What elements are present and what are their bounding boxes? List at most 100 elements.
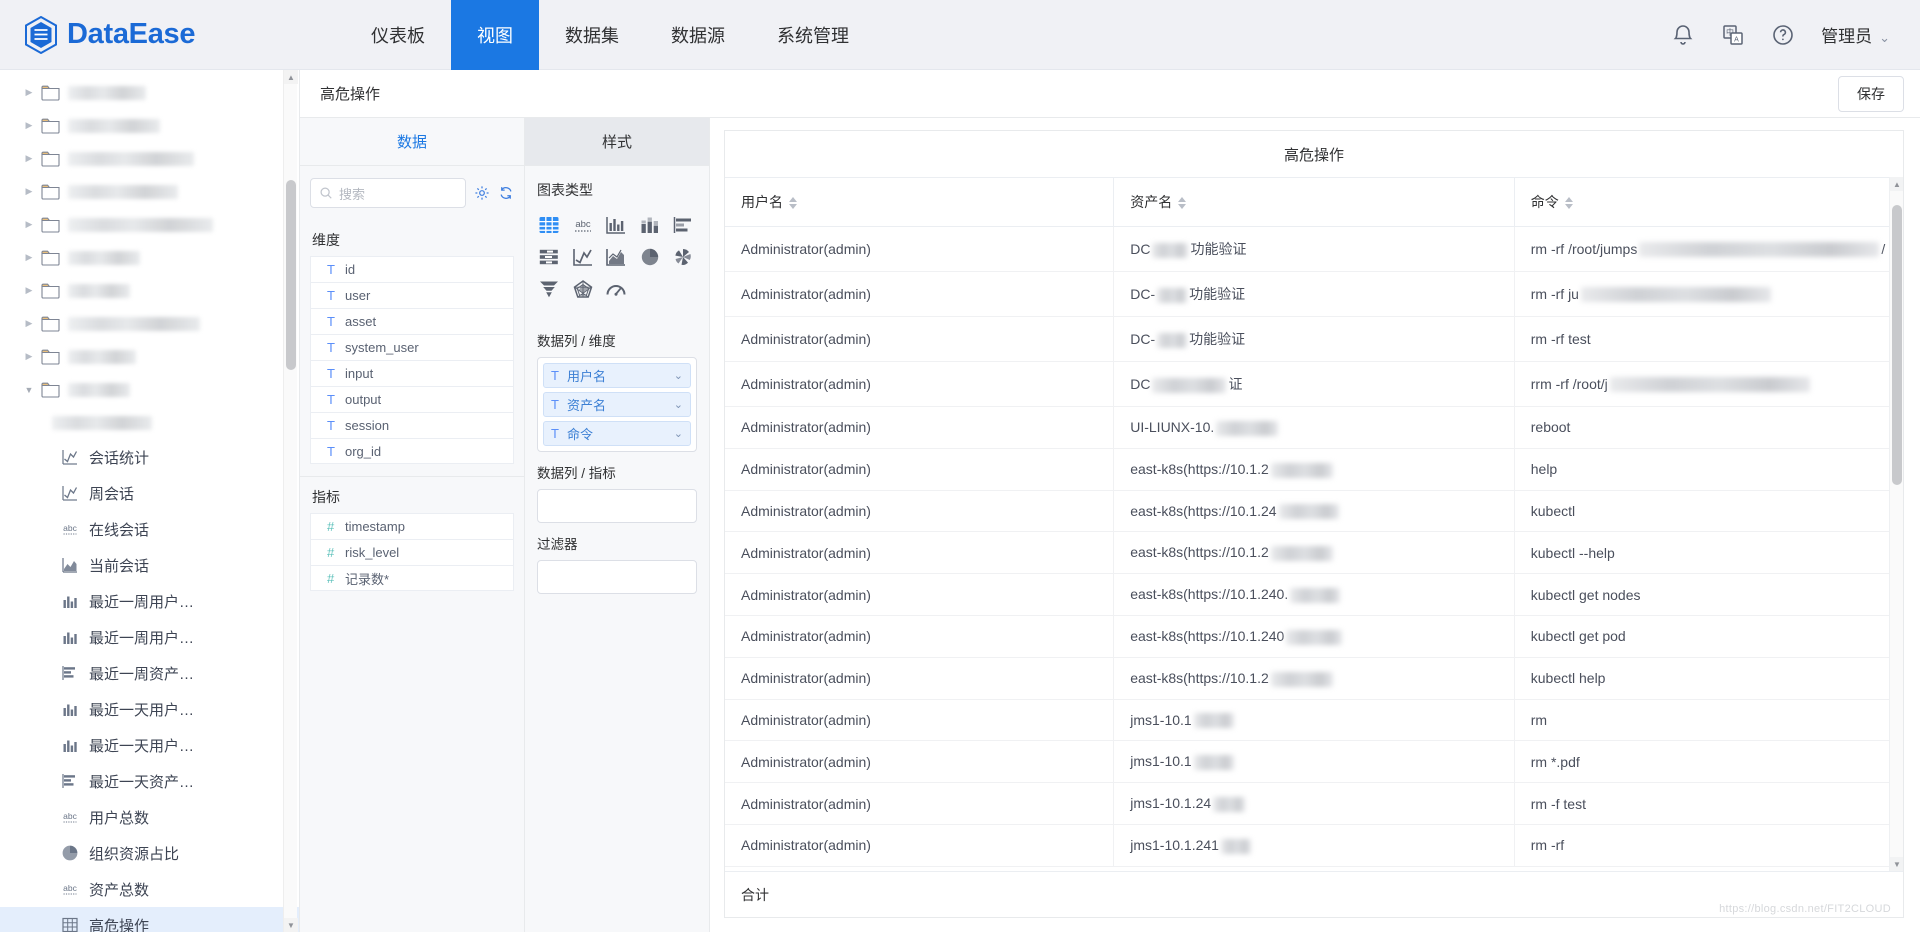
bell-icon[interactable] — [1671, 23, 1695, 47]
tree-leaf-13[interactable]: abc 资产总数 — [0, 871, 299, 907]
filter-dropzone[interactable] — [537, 560, 697, 594]
chevron-down-icon[interactable]: ▼ — [22, 383, 36, 397]
tree-leaf-2[interactable]: 周会话 — [0, 475, 299, 511]
tab-style[interactable]: 样式 — [525, 118, 709, 166]
dimension-chip-2[interactable]: T 资产名 ⌄ — [543, 392, 691, 417]
dimension-field-5[interactable]: Tinput — [310, 360, 514, 386]
tree-leaf-7[interactable]: 最近一周资产… — [0, 655, 299, 691]
chevron-right-icon[interactable]: ▶ — [22, 350, 36, 364]
nav-item-system[interactable]: 系统管理 — [751, 0, 875, 70]
table-chart-icon[interactable] — [535, 212, 563, 238]
chevron-right-icon[interactable]: ▶ — [22, 86, 36, 100]
tree-leaf-8[interactable]: 最近一天用户… — [0, 691, 299, 727]
sort-icon[interactable] — [789, 197, 797, 210]
line-chart-icon[interactable] — [569, 244, 597, 270]
nav-item-datasource[interactable]: 数据源 — [645, 0, 751, 70]
dimension-field-6[interactable]: Toutput — [310, 386, 514, 412]
chevron-right-icon[interactable]: ▶ — [22, 185, 36, 199]
columns-metric-dropzone[interactable] — [537, 489, 697, 523]
tree-folder-node[interactable]: ▼ — [0, 373, 299, 406]
radar-chart-icon[interactable] — [569, 276, 597, 302]
table-row: Administrator(admin) DC 功能验证 rm -rf /root/j… — [725, 226, 1903, 272]
dimension-field-7[interactable]: Tsession — [310, 412, 514, 438]
sort-icon[interactable] — [1564, 197, 1573, 210]
sidebar-scrollbar[interactable]: ▲ ▼ — [283, 70, 298, 932]
hbar-chart-icon[interactable] — [669, 212, 697, 238]
tree-folder-node[interactable]: ▶ — [0, 307, 299, 340]
tree-folder-node[interactable]: ▶ — [0, 208, 299, 241]
translate-icon[interactable]: 中 A — [1721, 23, 1745, 47]
table-row: Administrator(admin) east-k8s(https://10.… — [725, 657, 1903, 700]
tree-folder-node[interactable]: ▶ — [0, 175, 299, 208]
tree-folder-node[interactable]: ▶ — [0, 241, 299, 274]
gear-icon[interactable] — [474, 185, 490, 201]
tree-leaf-14[interactable]: 高危操作 — [0, 907, 299, 932]
help-icon[interactable] — [1771, 23, 1795, 47]
chevron-right-icon[interactable]: ▶ — [22, 284, 36, 298]
table-header-3[interactable]: 命令 — [1514, 177, 1903, 227]
pie-chart-icon[interactable] — [636, 244, 664, 270]
chevron-right-icon[interactable]: ▶ — [22, 119, 36, 133]
funnel-chart-icon[interactable] — [535, 276, 563, 302]
metric-field-1[interactable]: # timestamp — [310, 513, 514, 539]
columns-dimension-dropzone[interactable]: T 用户名 ⌄ T 资产名 ⌄ T 命令 ⌄ — [537, 357, 697, 452]
tree-leaf-12[interactable]: 组织资源占比 — [0, 835, 299, 871]
tab-data[interactable]: 数据 — [300, 118, 524, 166]
table-scroll-thumb[interactable] — [1892, 205, 1902, 485]
metric-field-2[interactable]: # risk_level — [310, 539, 514, 565]
stacked-bar-chart-icon[interactable] — [636, 212, 664, 238]
scroll-down-icon[interactable]: ▼ — [284, 918, 298, 932]
table-header-2[interactable]: 资产名 — [1113, 177, 1515, 227]
tree-leaf-6[interactable]: 最近一周用户… — [0, 619, 299, 655]
tree-folder-node[interactable]: ▶ — [0, 109, 299, 142]
tree-leaf-3[interactable]: abc 在线会话 — [0, 511, 299, 547]
save-button[interactable]: 保存 — [1838, 75, 1904, 112]
tree-leaf-10[interactable]: 最近一天资产… — [0, 763, 299, 799]
dimension-field-2[interactable]: Tuser — [310, 282, 514, 308]
nav-item-dashboard[interactable]: 仪表板 — [345, 0, 451, 70]
tree-folder-node[interactable]: ▶ — [0, 76, 299, 109]
nav-item-dataset[interactable]: 数据集 — [539, 0, 645, 70]
dimension-chip-1[interactable]: T 用户名 ⌄ — [543, 363, 691, 388]
tree-leaf-4[interactable]: 当前会话 — [0, 547, 299, 583]
nav-item-view[interactable]: 视图 — [451, 0, 539, 70]
user-menu[interactable]: 管理员 ⌄ — [1821, 22, 1890, 47]
hstacked-bar-chart-icon[interactable] — [535, 244, 563, 270]
brand[interactable]: DataEase — [0, 15, 300, 54]
search-input[interactable]: 搜索 — [310, 178, 466, 208]
tree-folder-node[interactable]: ▶ — [0, 340, 299, 373]
tree-child-node[interactable] — [0, 406, 299, 439]
sidebar-scroll-thumb[interactable] — [286, 180, 296, 370]
tree-folder-node[interactable]: ▶ — [0, 142, 299, 175]
rose-chart-icon[interactable] — [669, 244, 697, 270]
chevron-right-icon[interactable]: ▶ — [22, 152, 36, 166]
chevron-right-icon[interactable]: ▶ — [22, 317, 36, 331]
table-scroll-up-icon[interactable]: ▲ — [1890, 177, 1903, 191]
tree-leaf-9[interactable]: 最近一天用户… — [0, 727, 299, 763]
dimension-field-4[interactable]: Tsystem_user — [310, 334, 514, 360]
metric-field-3[interactable]: # 记录数* — [310, 565, 514, 591]
chevron-down-icon[interactable]: ⌄ — [674, 427, 683, 440]
dimension-field-8[interactable]: Torg_id — [310, 438, 514, 464]
scroll-up-icon[interactable]: ▲ — [284, 70, 298, 84]
chevron-down-icon[interactable]: ⌄ — [674, 369, 683, 382]
tree-leaf-1[interactable]: 会话统计 — [0, 439, 299, 475]
table-scrollbar[interactable]: ▲ ▼ — [1889, 177, 1903, 871]
text-chart-icon[interactable]: abc — [569, 212, 597, 238]
chevron-down-icon[interactable]: ⌄ — [674, 398, 683, 411]
refresh-icon[interactable] — [498, 185, 514, 201]
table-scroll-down-icon[interactable]: ▼ — [1890, 857, 1903, 871]
tree-leaf-11[interactable]: abc 用户总数 — [0, 799, 299, 835]
area-chart-icon[interactable] — [602, 244, 630, 270]
gauge-chart-icon[interactable] — [602, 276, 630, 302]
sort-icon[interactable] — [1178, 197, 1187, 210]
dimension-chip-3[interactable]: T 命令 ⌄ — [543, 421, 691, 446]
tree-leaf-5[interactable]: 最近一周用户… — [0, 583, 299, 619]
bar-chart-icon[interactable] — [602, 212, 630, 238]
tree-folder-node[interactable]: ▶ — [0, 274, 299, 307]
dimension-field-1[interactable]: Tid — [310, 256, 514, 282]
table-header-1[interactable]: 用户名 — [725, 177, 1115, 227]
chevron-right-icon[interactable]: ▶ — [22, 251, 36, 265]
chevron-right-icon[interactable]: ▶ — [22, 218, 36, 232]
dimension-field-3[interactable]: Tasset — [310, 308, 514, 334]
